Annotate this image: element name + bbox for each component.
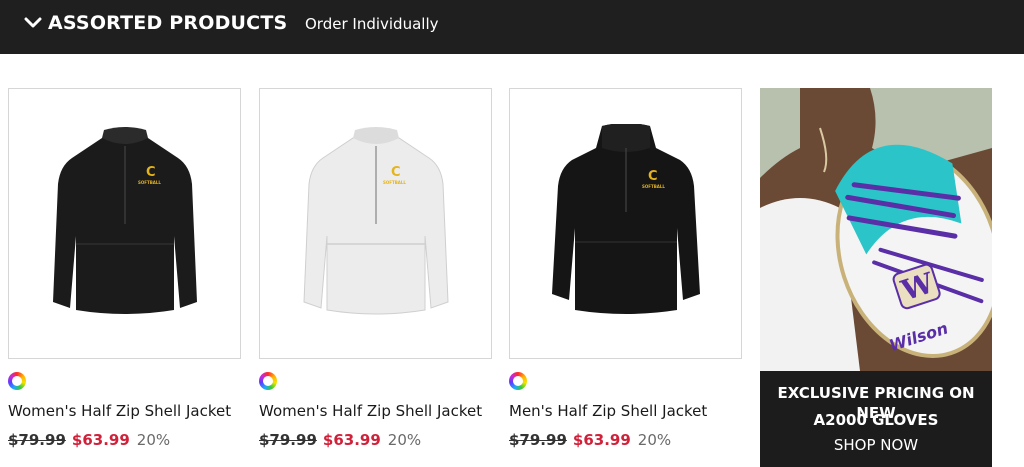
jacket-logo-text: SOFTBALL [383, 180, 406, 185]
product-image[interactable]: C SOFTBALL [259, 88, 492, 359]
sale-price: $63.99 [71, 431, 130, 449]
discount-percent: 20% [387, 431, 422, 449]
discount-percent: 20% [637, 431, 672, 449]
jacket-logo-text: SOFTBALL [642, 184, 665, 189]
product-image[interactable]: C SOFTBALL [509, 88, 742, 359]
order-individually-link[interactable]: Order Individually [305, 14, 439, 34]
section-header: ASSORTED PRODUCTS Order Individually [0, 0, 1024, 54]
jacket-logo-text: SOFTBALL [138, 180, 161, 185]
jacket-illustration: C SOFTBALL [52, 126, 197, 314]
original-price: $79.99 [8, 431, 66, 449]
jacket-logo-letter: C [391, 165, 401, 180]
product-name[interactable]: Women's Half Zip Shell Jacket [8, 401, 248, 421]
discount-percent: 20% [136, 431, 171, 449]
color-wheel-icon[interactable] [8, 372, 26, 390]
product-card[interactable]: C SOFTBALL Women's Half Zip Shell Jacket… [8, 88, 241, 449]
chevron-down-icon[interactable] [22, 15, 44, 31]
jacket-illustration: C SOFTBALL [551, 123, 700, 314]
sale-price: $63.99 [322, 431, 381, 449]
collapse-toggle[interactable]: ASSORTED PRODUCTS [22, 11, 287, 35]
product-card[interactable]: C SOFTBALL Women's Half Zip Shell Jacket… [259, 88, 492, 449]
color-wheel-icon[interactable] [259, 372, 277, 390]
original-price: $79.99 [509, 431, 567, 449]
promo-banner[interactable]: W Wilson EXCLUSIVE PRICING ON NEW A2000 … [760, 88, 992, 467]
shop-now-link[interactable]: SHOP NOW [760, 435, 992, 455]
jacket-illustration: C SOFTBALL [302, 126, 449, 314]
product-name[interactable]: Women's Half Zip Shell Jacket [259, 401, 499, 421]
product-price: $79.99 $63.99 20% [8, 430, 170, 450]
original-price: $79.99 [259, 431, 317, 449]
product-image[interactable]: C SOFTBALL [8, 88, 241, 359]
promo-product: A2000 GLOVES [813, 411, 939, 429]
glove-promo-image: W Wilson [760, 88, 992, 371]
jacket-logo-letter: C [648, 169, 658, 184]
product-price: $79.99 $63.99 20% [509, 430, 671, 450]
color-wheel-icon[interactable] [509, 372, 527, 390]
sale-price: $63.99 [572, 431, 631, 449]
product-card[interactable]: C SOFTBALL Men's Half Zip Shell Jacket $… [509, 88, 742, 449]
section-title: ASSORTED PRODUCTS [48, 12, 288, 34]
jacket-logo-letter: C [146, 165, 156, 180]
product-name[interactable]: Men's Half Zip Shell Jacket [509, 401, 749, 421]
product-price: $79.99 $63.99 20% [259, 430, 421, 450]
promo-caption: EXCLUSIVE PRICING ON NEW A2000 GLOVES SH… [760, 371, 992, 467]
